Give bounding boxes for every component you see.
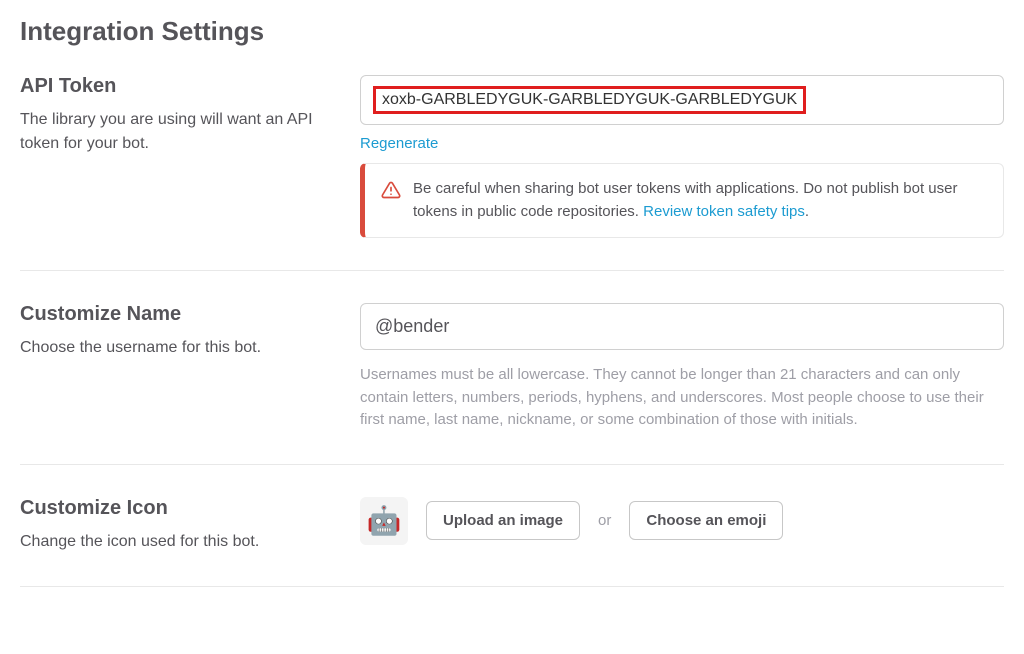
page-title: Integration Settings	[20, 16, 1004, 47]
upload-image-button[interactable]: Upload an image	[426, 501, 580, 540]
token-safety-link[interactable]: Review token safety tips	[643, 203, 805, 220]
token-warning-text: Be careful when sharing bot user tokens …	[413, 178, 987, 223]
customize-icon-section: Customize Icon Change the icon used for …	[20, 497, 1004, 587]
customize-name-description: Choose the username for this bot.	[20, 336, 340, 360]
api-token-value: xoxb-GARBLEDYGUK-GARBLEDYGUK-GARBLEDYGUK	[373, 86, 806, 114]
customize-icon-heading: Customize Icon	[20, 497, 340, 520]
api-token-description: The library you are using will want an A…	[20, 108, 340, 156]
customize-name-heading: Customize Name	[20, 303, 340, 326]
api-token-section: API Token The library you are using will…	[20, 75, 1004, 271]
warning-triangle-icon	[381, 180, 401, 205]
regenerate-link[interactable]: Regenerate	[360, 135, 438, 152]
username-help-text: Usernames must be all lowercase. They ca…	[360, 364, 1004, 432]
api-token-field[interactable]: xoxb-GARBLEDYGUK-GARBLEDYGUK-GARBLEDYGUK	[360, 75, 1004, 125]
customize-icon-description: Change the icon used for this bot.	[20, 530, 340, 554]
api-token-heading: API Token	[20, 75, 340, 98]
choose-emoji-button[interactable]: Choose an emoji	[629, 501, 783, 540]
username-input[interactable]	[360, 303, 1004, 350]
or-divider-text: or	[598, 512, 611, 529]
token-warning-box: Be careful when sharing bot user tokens …	[360, 163, 1004, 238]
customize-name-section: Customize Name Choose the username for t…	[20, 303, 1004, 465]
bot-avatar-preview: 🤖	[360, 497, 408, 545]
